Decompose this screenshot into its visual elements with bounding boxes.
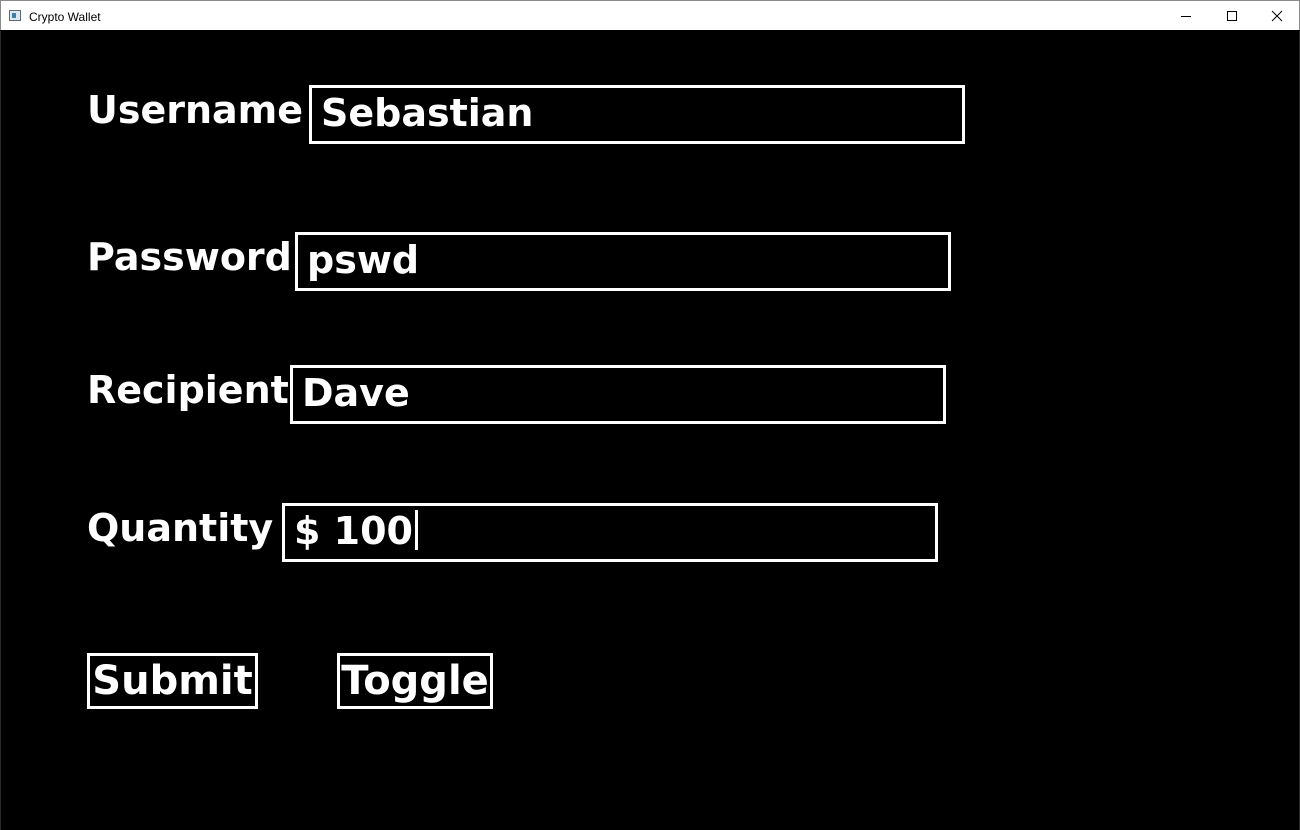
username-label: Username <box>87 88 304 132</box>
toggle-button[interactable]: Toggle <box>337 653 493 709</box>
app-window-icon <box>9 10 21 21</box>
quantity-value: $ 100 <box>294 509 413 553</box>
recipient-label: Recipient <box>87 368 289 412</box>
minimize-button[interactable] <box>1163 1 1209 31</box>
close-button[interactable] <box>1254 1 1300 31</box>
quantity-label: Quantity <box>87 506 274 550</box>
title-bar[interactable]: Crypto Wallet <box>0 0 1300 30</box>
maximize-icon <box>1227 11 1237 21</box>
username-field[interactable]: Sebastian <box>309 85 965 144</box>
app-window: Crypto Wallet Username Sebastian Passwor… <box>0 0 1300 830</box>
recipient-field[interactable]: Dave <box>290 365 946 424</box>
password-field[interactable]: pswd <box>295 232 951 291</box>
submit-button[interactable]: Submit <box>87 653 258 709</box>
window-title: Crypto Wallet <box>29 10 101 24</box>
close-icon <box>1271 10 1283 22</box>
minimize-icon <box>1181 16 1191 17</box>
recipient-value: Dave <box>302 371 410 415</box>
quantity-field[interactable]: $ 100 <box>282 503 938 562</box>
username-value: Sebastian <box>321 91 534 135</box>
password-label: Password <box>87 235 292 279</box>
maximize-button[interactable] <box>1209 1 1255 31</box>
password-value: pswd <box>307 238 420 282</box>
text-caret <box>415 510 418 550</box>
wallet-form: Username Sebastian Password pswd Recipie… <box>0 31 1300 830</box>
